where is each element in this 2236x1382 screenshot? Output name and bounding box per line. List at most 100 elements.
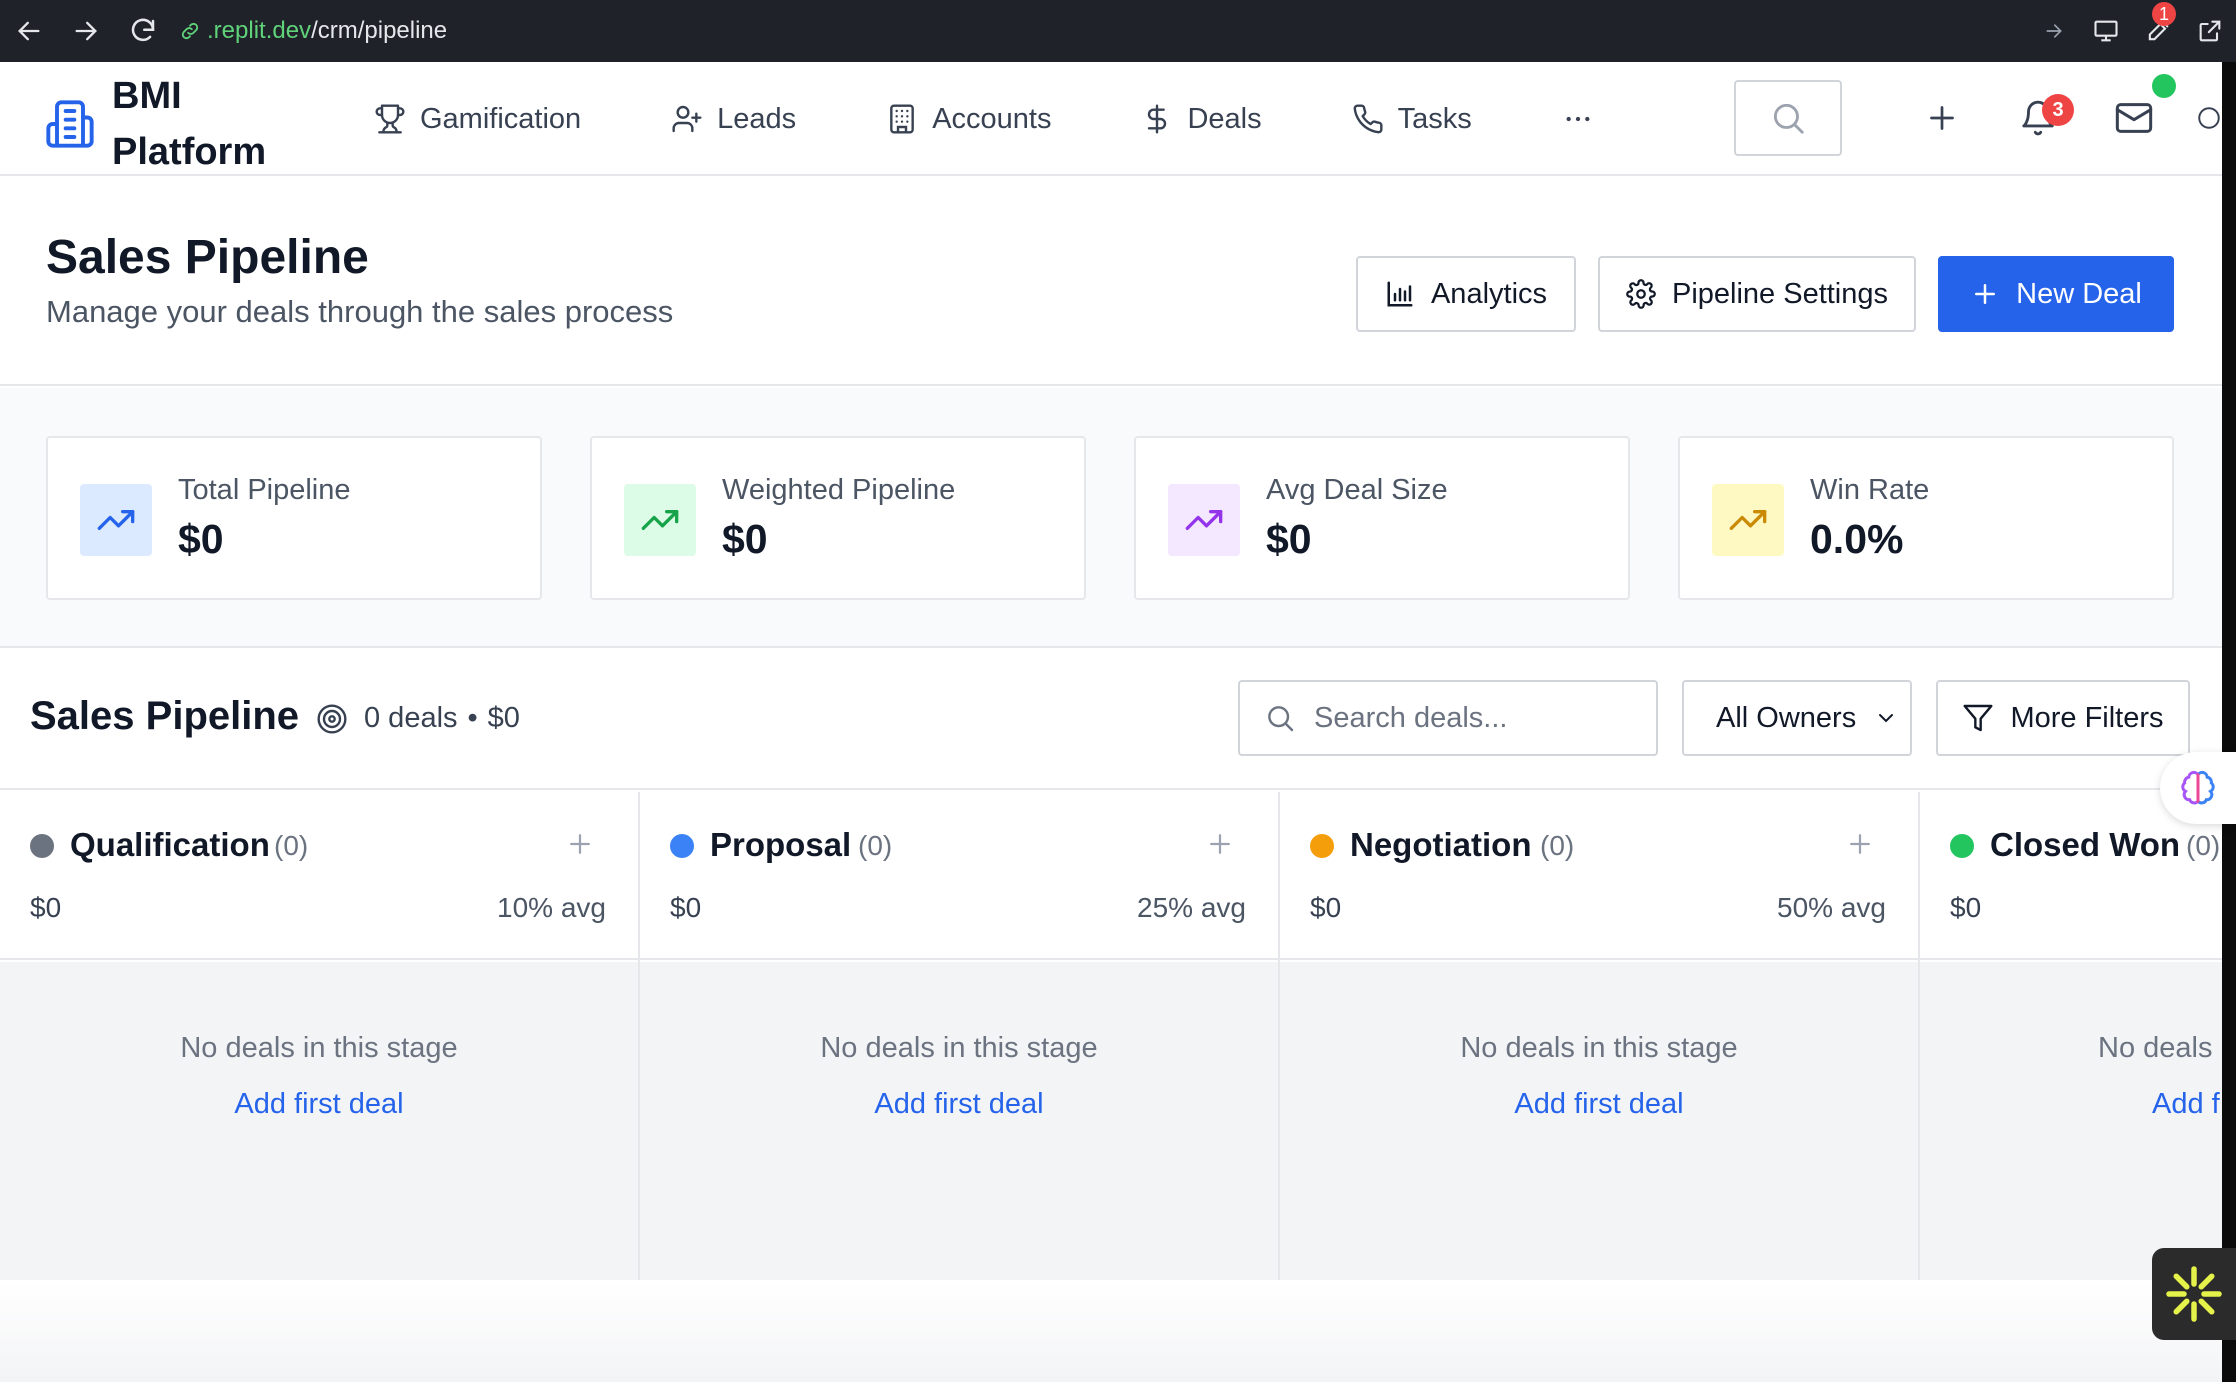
pipeline-settings-button[interactable]: Pipeline Settings [1598,256,1916,332]
nav-deals[interactable]: Deals [1141,102,1262,136]
new-deal-label: New Deal [2016,277,2142,310]
empty-message: No deals [2098,1032,2213,1064]
empty-message: No deals in this stage [820,1032,1098,1064]
more-filters-label: More Filters [2010,701,2164,734]
stage-amount: $0 [1310,892,1342,923]
plus-icon [1924,100,1960,136]
window-edge [2222,62,2236,1382]
add-first-deal-link[interactable]: Add first deal [640,1088,1278,1121]
notifications-button[interactable]: 3 [2002,82,2074,154]
stage-add-button[interactable] [1838,822,1882,866]
analytics-label: Analytics [1430,277,1548,310]
add-first-deal-link[interactable]: Add first deal [1280,1088,1918,1121]
quick-add-button[interactable] [1906,82,1978,154]
forward-icon[interactable] [57,0,114,62]
owner-filter-value: All Owners [1716,701,1857,734]
chevron-down-icon [1874,706,1898,730]
add-first-deal-link[interactable]: Add first deal [0,1088,638,1121]
trending-up-icon [80,484,152,556]
stat-card-total-pipeline: Total Pipeline $0 [46,436,542,600]
stage-add-button[interactable] [1198,822,1242,866]
open-external-icon[interactable] [2184,0,2236,62]
nav-gamification[interactable]: Gamification [374,103,581,136]
nav-leads[interactable]: Leads [671,103,796,136]
stage-name: Qualification [70,826,270,863]
analytics-button[interactable]: Analytics [1356,256,1576,332]
stage-name: Closed Won [1990,826,2181,863]
sparkle-widget-button[interactable] [2152,1248,2236,1340]
nav-accounts[interactable]: Accounts [886,103,1051,136]
stage-amount: $0 [30,892,62,923]
page-header: Sales Pipeline Manage your deals through… [0,178,2222,386]
stage-avg: 10% avg [497,892,606,923]
nav-label: Deals [1187,102,1262,135]
user-plus-icon [671,103,717,135]
search-icon [1264,702,1296,734]
new-deal-button[interactable]: New Deal [1938,256,2174,332]
nav-label: Leads [717,102,797,135]
stage-body: No deals in this stage Add first deal [0,962,638,1280]
more-nav-button[interactable] [1562,103,1608,135]
nav-tasks[interactable]: Tasks [1352,103,1472,136]
ai-assistant-button[interactable] [2160,752,2236,824]
stage-count: (0) [2186,830,2221,861]
plus-icon [1970,279,2016,309]
stage-header: Negotiation (0) $0 50% avg [1280,792,1918,960]
nav-label: Accounts [932,102,1052,135]
brand-name: BMI Platform [112,75,267,173]
extension-icon[interactable]: 1 [2132,0,2184,62]
link-icon [179,20,201,42]
stage-count: (0) [274,830,309,861]
stat-card-weighted-pipeline: Weighted Pipeline $0 [590,436,1086,600]
stage-body: No deals in this stage Add first deal [1280,962,1918,1280]
global-search-button[interactable] [1734,80,1842,156]
reload-icon[interactable] [114,0,171,62]
page-title: Sales Pipeline [46,231,369,284]
deals-count: 0 deals [364,702,458,734]
pipeline-title: Sales Pipeline [30,694,300,738]
user-menu-icon[interactable] [2196,82,2222,154]
stage-amount: $0 [670,892,702,923]
stage-count: (0) [1540,830,1575,861]
empty-message: No deals in this stage [1460,1032,1738,1064]
stage-column-proposal: Proposal (0) $0 25% avg No deals in this… [640,792,1280,1280]
address-bar[interactable]: .replit.dev/crm/pipeline [179,17,447,45]
top-navigation: Gamification Leads Accounts Deals Tasks [374,62,1608,176]
go-arrow-icon[interactable] [2028,0,2080,62]
app-viewport: BMI Platform Gamification Leads Accounts [0,62,2222,1382]
more-filters-button[interactable]: More Filters [1936,680,2190,756]
online-status-dot [2152,74,2176,98]
target-icon [316,703,364,735]
bar-chart-icon [1385,279,1431,309]
stage-column-negotiation: Negotiation (0) $0 50% avg No deals in t… [1280,792,1920,1280]
stage-header: Qualification (0) $0 10% avg [0,792,638,960]
stat-value: $0 [178,516,224,562]
notification-badge: 3 [2042,94,2074,126]
stat-label: Weighted Pipeline [722,474,956,506]
ellipsis-icon [1562,103,1608,135]
stage-color-dot [1310,834,1334,858]
trophy-icon [374,103,420,135]
stat-label: Avg Deal Size [1266,474,1448,506]
deal-search[interactable] [1238,680,1658,756]
stage-avg: 25% avg [1137,892,1246,923]
dollar-icon [1141,103,1187,135]
add-first-deal-link[interactable]: Add f [2152,1088,2220,1121]
building-icon [886,103,932,135]
stage-count: (0) [858,830,893,861]
stat-value: 0.0% [1810,516,1904,562]
trending-up-icon [624,484,696,556]
sparkle-icon [2164,1264,2224,1324]
stage-add-button[interactable] [558,822,602,866]
stage-column-closed-won: Closed Won (0) $0 No deals Add f [1920,792,2222,1280]
deals-total: $0 [487,702,520,734]
trending-up-icon [1168,484,1240,556]
owner-filter-select[interactable]: All Owners [1682,680,1912,756]
search-icon [1769,99,1807,137]
brain-icon [2178,768,2218,808]
back-icon[interactable] [0,0,57,62]
brand[interactable]: BMI Platform [44,68,312,180]
empty-message: No deals in this stage [180,1032,458,1064]
deal-search-input[interactable] [1314,701,1634,735]
desktop-icon[interactable] [2080,0,2132,62]
